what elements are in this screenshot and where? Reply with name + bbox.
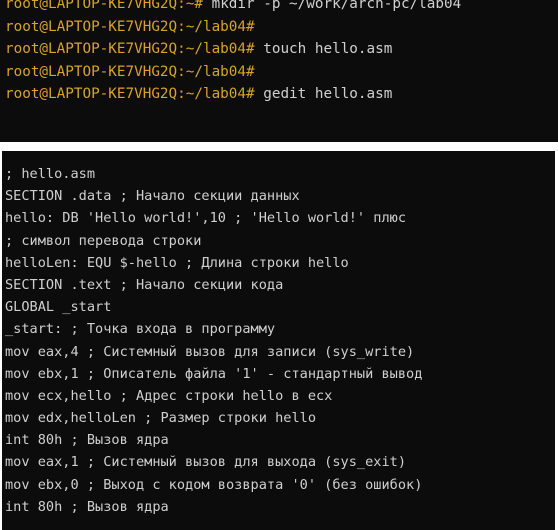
code-line: ; символ перевода строки [5, 232, 202, 249]
code-line: SECTION .text ; Начало секции кода [5, 276, 284, 293]
code-line: mov eax,4 ; Системный вызов для записи (… [5, 343, 415, 360]
code-line: mov edx,helloLen ; Размер строки hello [5, 410, 316, 427]
terminal-line: root@LAPTOP-KE7VHG2Q:~/lab04# [5, 16, 558, 39]
terminal-command: touch hello.asm [254, 41, 393, 58]
code-line: mov eax,1 ; Системный вызов для выхода (… [5, 454, 407, 471]
code-line: helloLen: EQU $-hello ; Длина строки hel… [5, 254, 349, 271]
code-line: int 80h ; Вызов ядра [5, 432, 169, 449]
code-line: _start: ; Точка входа в программу [5, 321, 276, 338]
terminal-output: root@LAPTOP-KE7VHG2Q:~# mkdir -p ~/work/… [0, 0, 558, 106]
terminal-command: gedit hello.asm [254, 86, 393, 103]
code-line: mov ecx,hello ; Адрес строки hello в ecx [5, 387, 333, 404]
terminal-prompt: root@LAPTOP-KE7VHG2Q:~/lab04# [5, 63, 255, 80]
terminal-prompt: root@LAPTOP-KE7VHG2Q:~/lab04# [5, 86, 255, 103]
source-code-lines: ; hello.asm SECTION .data ; Начало секци… [2, 163, 555, 518]
code-line: hello: DB 'Hello world!',10 ; 'Hello wor… [5, 210, 407, 227]
terminal-panel[interactable]: root@LAPTOP-KE7VHG2Q:~# mkdir -p ~/work/… [0, 0, 558, 142]
source-code-panel[interactable]: ; hello.asm SECTION .data ; Начало секци… [2, 151, 555, 530]
terminal-prompt: root@LAPTOP-KE7VHG2Q:~/lab04# [5, 18, 255, 35]
code-line: GLOBAL _start [5, 299, 112, 316]
terminal-prompt: root@LAPTOP-KE7VHG2Q:~# [5, 0, 203, 12]
terminal-line: root@LAPTOP-KE7VHG2Q:~/lab04# touch hell… [5, 38, 558, 61]
code-line: SECTION .data ; Начало секции данных [5, 188, 300, 205]
terminal-line: root@LAPTOP-KE7VHG2Q:~/lab04# [5, 61, 558, 84]
terminal-prompt: root@LAPTOP-KE7VHG2Q:~/lab04# [5, 41, 255, 58]
code-line: ; hello.asm [5, 166, 96, 182]
terminal-line: root@LAPTOP-KE7VHG2Q:~/lab04# gedit hell… [5, 83, 558, 106]
terminal-line: root@LAPTOP-KE7VHG2Q:~# mkdir -p ~/work/… [5, 0, 558, 16]
code-line: mov ebx,0 ; Выход с кодом возврата '0' (… [5, 476, 423, 493]
terminal-command: mkdir -p ~/work/arch-pc/lab04 [202, 0, 462, 12]
code-line: int 80h ; Вызов ядра [5, 498, 169, 515]
code-line: mov ebx,1 ; Описатель файла '1' - станда… [5, 365, 423, 382]
